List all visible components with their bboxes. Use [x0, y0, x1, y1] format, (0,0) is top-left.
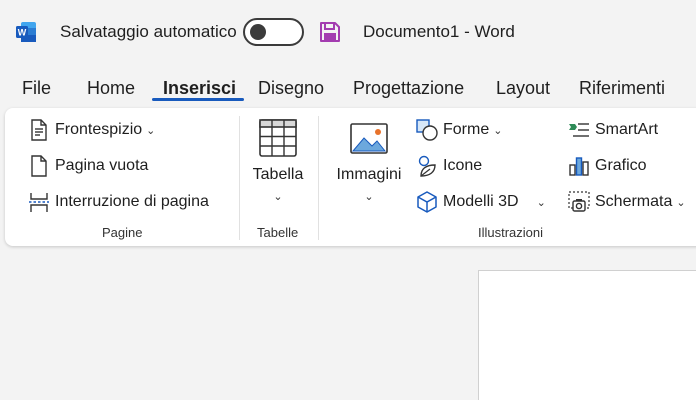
chevron-down-icon: ⌄: [364, 191, 374, 203]
smartart-icon: [569, 123, 589, 137]
toggle-knob: [250, 24, 266, 40]
chart-icon: [569, 157, 589, 176]
immagini-label: Immagini: [336, 166, 402, 183]
group-separator: [318, 116, 319, 240]
forme-label: Forme: [443, 121, 490, 138]
shapes-icon: [416, 119, 438, 141]
interruzione-pagina-button[interactable]: Interruzione di pagina: [27, 190, 209, 214]
document-title: Documento1 - Word: [363, 22, 515, 41]
cover-page-icon: [31, 119, 47, 141]
chevron-down-icon: ⌄: [273, 191, 283, 203]
chevron-down-icon: ⌄: [493, 124, 503, 137]
schermata-label: Schermata: [595, 193, 673, 210]
active-tab-indicator: [152, 98, 244, 101]
tab-file[interactable]: File: [22, 78, 51, 99]
tabella-label: Tabella: [252, 166, 304, 183]
smartart-button[interactable]: SmartArt: [567, 118, 658, 142]
icone-label: Icone: [443, 157, 483, 174]
tab-progettazione[interactable]: Progettazione: [353, 78, 464, 99]
icone-button[interactable]: Icone: [415, 154, 482, 178]
document-page[interactable]: [478, 270, 696, 400]
modelli-3d-button[interactable]: Modelli 3D ⌄: [415, 190, 546, 214]
chevron-down-icon: ⌄: [676, 196, 686, 209]
schermata-button[interactable]: Schermata ⌄: [567, 190, 686, 214]
grafico-label: Grafico: [595, 157, 647, 174]
tab-disegno[interactable]: Disegno: [258, 78, 324, 99]
frontespizio-button[interactable]: Frontespizio ⌄: [27, 118, 155, 142]
frontespizio-label: Frontespizio: [55, 121, 143, 138]
tab-inserisci[interactable]: Inserisci: [163, 78, 236, 99]
screenshot-icon: [568, 191, 590, 212]
cube-3d-icon: [417, 191, 437, 213]
forme-button[interactable]: Forme ⌄: [415, 118, 502, 142]
chevron-down-icon: ⌄: [146, 124, 156, 137]
tabella-button[interactable]: Tabella ⌄: [253, 118, 303, 203]
save-icon[interactable]: [318, 20, 342, 44]
page-break-icon: [29, 193, 49, 212]
tab-riferimenti[interactable]: Riferimenti: [579, 78, 665, 99]
group-label-illustrazioni: Illustrazioni: [478, 225, 544, 240]
ribbon-tabs: File Home Inserisci Disegno Progettazion…: [0, 74, 696, 104]
title-bar: W Salvataggio automatico Documento1 - Wo…: [0, 0, 696, 62]
group-label-pagine: Pagine: [102, 225, 143, 240]
table-icon: [259, 119, 297, 157]
smartart-label: SmartArt: [595, 121, 659, 138]
group-separator: [239, 116, 240, 240]
modelli-3d-label: Modelli 3D: [443, 193, 519, 210]
autosave-toggle[interactable]: [243, 18, 304, 46]
word-logo-icon: W: [16, 22, 36, 42]
icons-icon: [418, 155, 436, 177]
tab-layout[interactable]: Layout: [496, 78, 550, 99]
autosave-label: Salvataggio automatico: [60, 22, 237, 41]
picture-icon: [350, 123, 388, 154]
tab-home[interactable]: Home: [87, 78, 135, 99]
chevron-down-icon[interactable]: ⌄: [537, 196, 546, 209]
interruzione-pagina-label: Interruzione di pagina: [55, 193, 209, 210]
ribbon: Frontespizio ⌄ Pagina vuota Interruzione…: [5, 108, 696, 246]
blank-page-icon: [31, 155, 47, 177]
svg-text:W: W: [18, 28, 27, 38]
group-label-tabelle: Tabelle: [257, 225, 299, 240]
grafico-button[interactable]: Grafico: [567, 154, 647, 178]
pagina-vuota-label: Pagina vuota: [55, 157, 149, 174]
pagina-vuota-button[interactable]: Pagina vuota: [27, 154, 148, 178]
immagini-button[interactable]: Immagini ⌄: [333, 122, 405, 203]
